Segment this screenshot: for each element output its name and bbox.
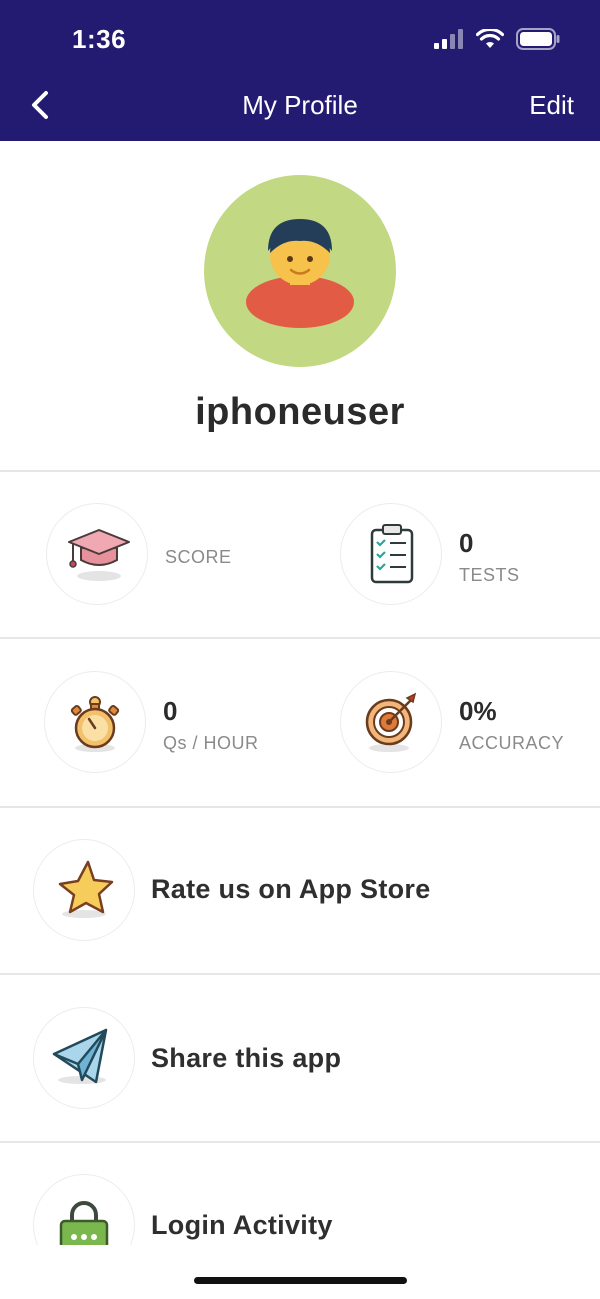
tests-label: TESTS	[459, 565, 520, 585]
lock-icon	[59, 1201, 109, 1245]
clipboard-icon	[370, 524, 414, 584]
score-label: SCORE	[165, 547, 232, 567]
rate-app-label: Rate us on App Store	[151, 874, 431, 904]
edit-button[interactable]: Edit	[529, 90, 574, 121]
status-icons	[434, 28, 560, 50]
graduation-cap-icon	[68, 529, 130, 581]
accuracy-value: 0%	[459, 696, 497, 726]
score-icon-circle	[46, 503, 148, 605]
accuracy-icon-circle	[340, 671, 442, 773]
accuracy-label: ACCURACY	[459, 733, 565, 753]
stopwatch-icon	[70, 696, 120, 752]
qs-hour-icon-circle	[44, 671, 146, 773]
paper-plane-icon	[52, 1028, 108, 1084]
battery-icon	[516, 28, 560, 50]
target-icon	[365, 692, 417, 752]
tests-icon-circle	[340, 503, 442, 605]
profile-section: iphoneuser	[0, 141, 600, 471]
share-app-row[interactable]: Share this app	[0, 975, 600, 1141]
login-icon-circle	[33, 1174, 135, 1245]
username: iphoneuser	[195, 391, 405, 433]
page-title: My Profile	[242, 90, 358, 120]
divider	[0, 470, 600, 472]
user-avatar-icon	[246, 219, 354, 328]
divider	[0, 637, 600, 639]
rate-app-row[interactable]: Rate us on App Store	[0, 808, 600, 973]
qs-hour-label: Qs / HOUR	[163, 733, 259, 753]
star-icon	[58, 860, 114, 918]
header-bar: 1:36 My Profile Edit	[0, 0, 600, 141]
login-activity-row[interactable]: Login Activity	[0, 1143, 600, 1245]
share-icon-circle	[33, 1007, 135, 1109]
wifi-icon	[476, 29, 504, 48]
share-app-label: Share this app	[151, 1043, 342, 1073]
home-indicator	[194, 1277, 407, 1284]
status-time: 1:36	[72, 24, 127, 54]
avatar[interactable]	[204, 175, 396, 367]
tests-value: 0	[459, 528, 474, 558]
signal-icon	[434, 29, 463, 49]
rate-icon-circle	[33, 839, 135, 941]
login-activity-label: Login Activity	[151, 1210, 333, 1240]
qs-hour-value: 0	[163, 696, 178, 726]
